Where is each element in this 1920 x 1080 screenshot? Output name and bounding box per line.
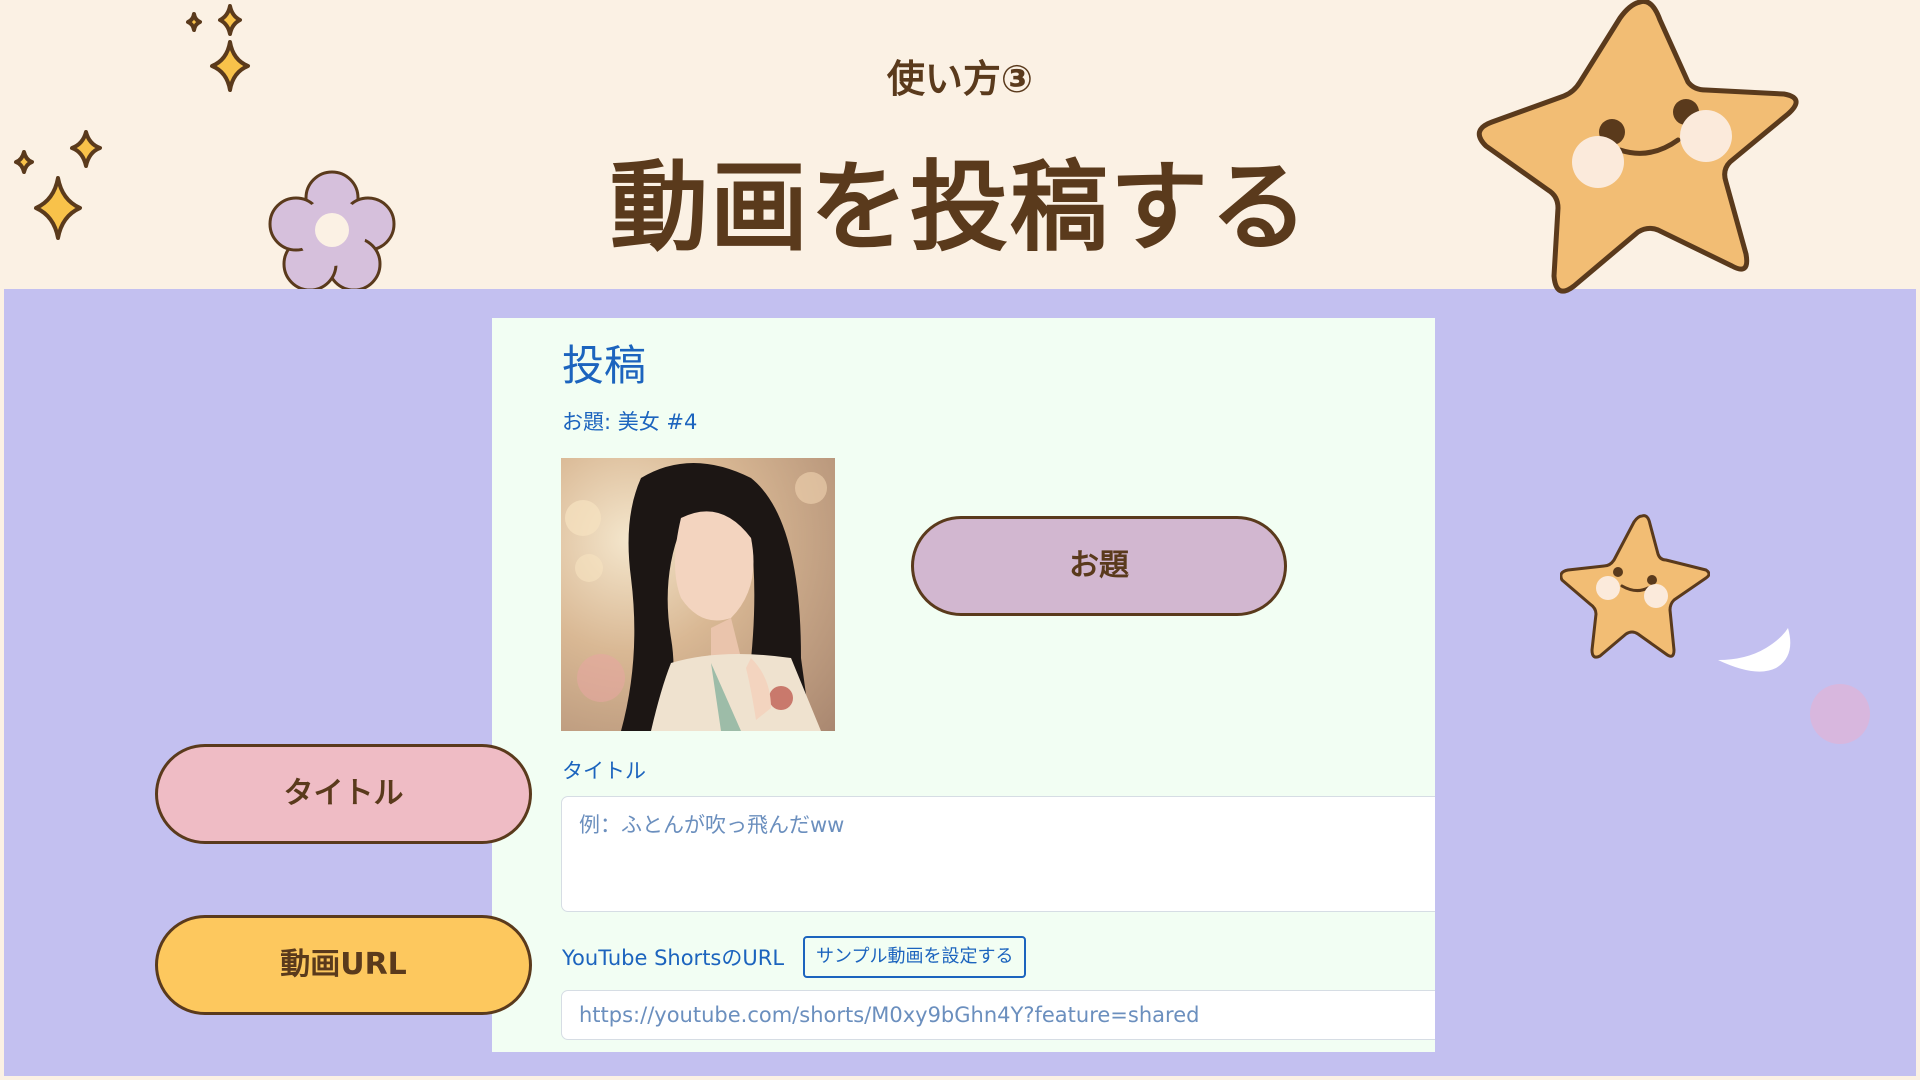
- panel-heading: 投稿: [562, 341, 647, 390]
- sparkle-icon: [186, 12, 202, 32]
- callout-theme: お題: [911, 516, 1287, 616]
- sparkle-icon: [218, 4, 242, 36]
- sparkles-top-icon: [186, 4, 250, 92]
- star-face-icon: [1560, 514, 1710, 659]
- sparkle-icon: [14, 150, 34, 174]
- flower-icon: [268, 170, 396, 292]
- sparkle-icon: [34, 176, 82, 240]
- sample-video-button[interactable]: サンプル動画を設定する: [803, 936, 1027, 978]
- sparkles-left-icon: [14, 130, 102, 240]
- moon-icon: [1718, 628, 1791, 672]
- star-face-icon: [1476, 0, 1799, 294]
- circle-icon: [1810, 684, 1870, 744]
- url-input[interactable]: https://youtube.com/shorts/M0xy9bGhn4Y?f…: [561, 990, 1435, 1040]
- sparkle-icon: [70, 130, 102, 168]
- sparkle-icon: [210, 40, 250, 92]
- post-panel: 投稿 お題: 美女 #4 タイトル 例：ふとんが吹っ飛んだww YouTube …: [492, 318, 1435, 1052]
- callout-url: 動画URL: [155, 915, 532, 1015]
- url-value: https://youtube.com/shorts/M0xy9bGhn4Y?f…: [579, 1003, 1200, 1027]
- title-input[interactable]: 例：ふとんが吹っ飛んだww: [561, 796, 1435, 912]
- url-label: YouTube ShortsのURL: [562, 946, 785, 970]
- theme-image: [561, 458, 835, 731]
- title-placeholder: 例：ふとんが吹っ飛んだww: [579, 813, 845, 837]
- theme-line: お題: 美女 #4: [562, 410, 698, 434]
- title-label: タイトル: [562, 759, 646, 783]
- slide-title: 動画を投稿する: [609, 151, 1310, 265]
- callout-title: タイトル: [155, 744, 532, 844]
- slide-subtitle: 使い方③: [886, 57, 1034, 101]
